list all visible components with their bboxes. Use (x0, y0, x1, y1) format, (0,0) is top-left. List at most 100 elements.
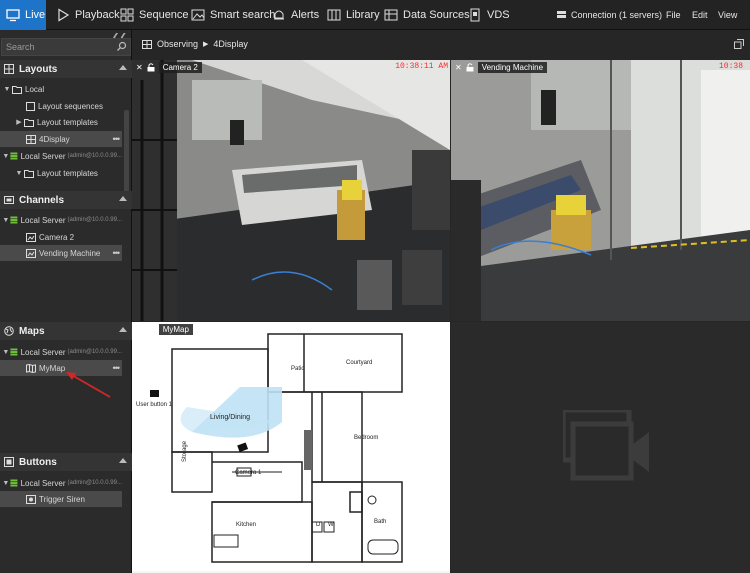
close-tile-icon[interactable]: ✕ (455, 63, 462, 72)
breadcrumb: Observing ▶ 4Display (132, 30, 750, 58)
tab-playback-label: Playback (75, 9, 120, 21)
tree-item-label: Camera 2 (39, 232, 75, 242)
tree-item-local-server[interactable]: ▼ Local Server (admin@10.0.0.99... (0, 148, 122, 164)
empty-tile[interactable] (451, 322, 750, 573)
floor-plan-map (132, 322, 450, 573)
unlock-icon[interactable] (147, 324, 155, 334)
tab-vds[interactable]: VDS (468, 0, 510, 30)
connection-status[interactable]: Connection (1 servers) (556, 0, 662, 30)
video-tile-camera-2[interactable]: ✕ Camera 2 10:38:11 AM (132, 60, 450, 321)
tree-item-layout-sequences[interactable]: Layout sequences (0, 98, 122, 114)
expanded-caret-icon[interactable]: ▼ (2, 217, 10, 224)
menu-view[interactable]: View (718, 0, 737, 30)
map-label-bath: Bath (374, 519, 387, 525)
map-label-bedroom: Bedroom (354, 435, 379, 441)
server-stack-icon (10, 216, 18, 224)
expanded-caret-icon[interactable]: ▼ (2, 153, 10, 160)
video-tile-vending-machine[interactable]: ✕ Vending Machine 10:38 (451, 60, 750, 321)
vending-machine-video-frame (451, 60, 750, 321)
tile-timestamp: 10:38:11 AM (395, 62, 448, 71)
search-input[interactable] (2, 39, 130, 55)
globe-icon (4, 326, 14, 336)
tree-item-label: Layout sequences (38, 101, 103, 111)
tree-item-local[interactable]: ▼ Local (0, 81, 122, 97)
server-stack-icon (10, 348, 18, 356)
tree-item-trigger-siren[interactable]: Trigger Siren (0, 491, 122, 507)
unlock-icon[interactable] (466, 62, 474, 72)
more-options-icon[interactable]: ••• (113, 363, 121, 373)
menu-view-label: View (718, 10, 738, 20)
section-layouts-header[interactable]: Layouts (0, 60, 132, 78)
collapse-caret-icon[interactable] (119, 65, 127, 70)
tab-smart-search[interactable]: Smart search (191, 0, 275, 30)
tree-item-camera-2[interactable]: Camera 2 (0, 229, 122, 245)
channels-icon (4, 196, 14, 204)
tree-item-buttons-server[interactable]: ▼ Local Server (admin@10.0.0.99... (0, 475, 122, 491)
tree-item-4display[interactable]: 4Display ••• (0, 131, 122, 147)
top-toolbar: Live Playback Sequence Smart search Aler… (0, 0, 750, 30)
data-table-icon (384, 9, 398, 21)
tree-item-vending-machine[interactable]: Vending Machine ••• (0, 245, 122, 261)
menu-edit[interactable]: Edit (692, 0, 708, 30)
more-options-icon[interactable]: ••• (113, 134, 121, 144)
camera-channel-icon (26, 232, 36, 242)
tab-vds-label: VDS (487, 9, 510, 21)
section-buttons-header[interactable]: Buttons (0, 453, 132, 471)
tab-library[interactable]: Library (327, 0, 380, 30)
menu-file[interactable]: File (666, 0, 681, 30)
server-stack-icon (10, 152, 18, 160)
tree-item-server-layout-templates[interactable]: ▼ Layout templates (0, 165, 122, 181)
collapse-caret-icon[interactable] (119, 196, 127, 201)
tab-live[interactable]: Live (0, 0, 46, 30)
tree-item-label: Local Server (20, 478, 66, 488)
tree-item-mymap[interactable]: MyMap ••• (0, 360, 122, 376)
map-label-courtyard: Courtyard (346, 360, 373, 366)
vds-icon (470, 8, 480, 22)
tab-alerts[interactable]: Alerts (272, 0, 319, 30)
library-icon (327, 9, 341, 21)
map-user-button-label[interactable]: User button 1 (136, 402, 172, 408)
section-channels-header[interactable]: Channels (0, 191, 132, 209)
collapsed-caret-icon[interactable]: ▶ (14, 118, 24, 126)
expanded-caret-icon[interactable]: ▼ (2, 480, 10, 487)
tile-title: Camera 2 (158, 61, 202, 73)
menu-edit-label: Edit (692, 10, 708, 20)
tree-item-label: Local Server (20, 151, 66, 161)
camera-2-video-frame (132, 60, 450, 321)
layout-grid-icon (142, 39, 152, 49)
map-label-patio: Patio (291, 366, 305, 372)
tab-live-label: Live (25, 9, 46, 21)
expanded-caret-icon[interactable]: ▼ (14, 170, 24, 177)
server-account-label: (admin@10.0.0.99... (67, 217, 122, 223)
more-options-icon[interactable]: ••• (113, 248, 121, 258)
tab-data-sources[interactable]: Data Sources (384, 0, 470, 30)
server-icon (557, 10, 566, 18)
expanded-caret-icon[interactable]: ▼ (2, 86, 12, 93)
tab-sequence-label: Sequence (139, 9, 189, 21)
play-icon (58, 8, 70, 22)
breadcrumb-root[interactable]: Observing (157, 39, 198, 49)
tab-sequence[interactable]: Sequence (120, 0, 189, 30)
expanded-caret-icon[interactable]: ▼ (2, 349, 10, 356)
fullscreen-icon[interactable] (734, 39, 744, 49)
close-tile-icon[interactable]: ✕ (136, 325, 143, 334)
map-label-kitchen: Kitchen (236, 522, 257, 528)
folder-icon (12, 85, 22, 94)
map-tile-mymap[interactable]: Patio Courtyard Living/Dining Bedroom St… (132, 322, 450, 573)
collapse-caret-icon[interactable] (119, 458, 127, 463)
tree-item-channels-server[interactable]: ▼ Local Server (admin@10.0.0.99... (0, 212, 122, 228)
tree-item-maps-server[interactable]: ▼ Local Server (admin@10.0.0.99... (0, 344, 122, 360)
grid-icon (120, 8, 134, 22)
tree-item-layout-templates[interactable]: ▶ Layout templates (0, 114, 122, 130)
collapse-caret-icon[interactable] (119, 327, 127, 332)
camera-channel-icon (26, 248, 36, 258)
search-icon[interactable] (116, 41, 127, 52)
close-tile-icon[interactable]: ✕ (136, 63, 143, 72)
tab-alerts-label: Alerts (291, 9, 320, 21)
tab-playback[interactable]: Playback (56, 0, 120, 30)
tile-header: ✕ Camera 2 (132, 60, 202, 74)
unlock-icon[interactable] (147, 62, 155, 72)
tile-title: MyMap (158, 323, 193, 335)
server-account-label: (admin@10.0.0.99... (67, 480, 122, 486)
section-maps-header[interactable]: Maps (0, 322, 132, 340)
